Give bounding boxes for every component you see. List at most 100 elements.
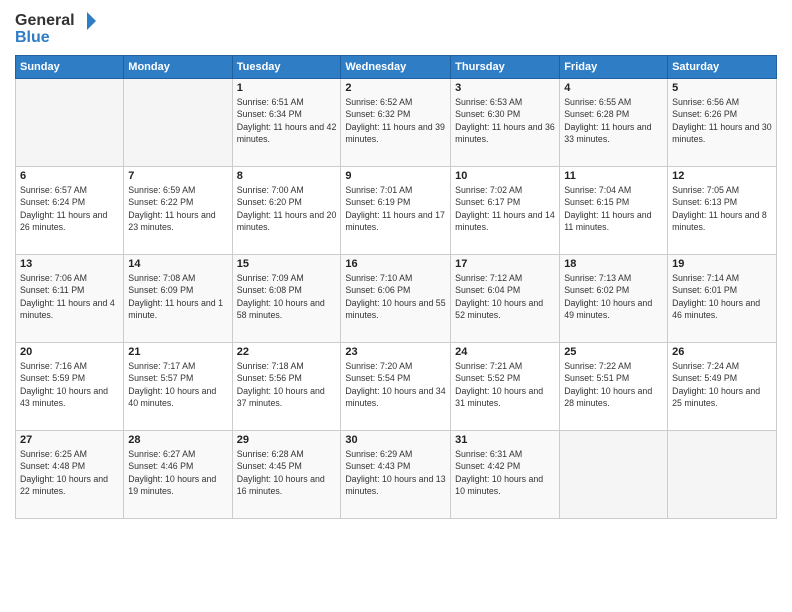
day-info: Sunrise: 7:01 AMSunset: 6:19 PMDaylight:… [345,184,446,233]
day-info: Sunrise: 7:17 AMSunset: 5:57 PMDaylight:… [128,360,227,409]
day-info: Sunrise: 6:53 AMSunset: 6:30 PMDaylight:… [455,96,555,145]
day-cell: 11 Sunrise: 7:04 AMSunset: 6:15 PMDayligh… [560,167,668,255]
day-number: 1 [237,82,337,94]
day-info: Sunrise: 7:16 AMSunset: 5:59 PMDaylight:… [20,360,119,409]
day-cell: 16 Sunrise: 7:10 AMSunset: 6:06 PMDayligh… [341,255,451,343]
day-number: 29 [237,434,337,446]
weekday-header-monday: Monday [124,56,232,79]
day-info: Sunrise: 7:18 AMSunset: 5:56 PMDaylight:… [237,360,337,409]
day-number: 9 [345,170,446,182]
day-info: Sunrise: 6:25 AMSunset: 4:48 PMDaylight:… [20,448,119,497]
day-info: Sunrise: 6:52 AMSunset: 6:32 PMDaylight:… [345,96,446,145]
day-info: Sunrise: 7:13 AMSunset: 6:02 PMDaylight:… [564,272,663,321]
logo-text: General Blue [15,10,99,47]
day-cell: 12 Sunrise: 7:05 AMSunset: 6:13 PMDayligh… [668,167,777,255]
day-info: Sunrise: 7:04 AMSunset: 6:15 PMDaylight:… [564,184,663,233]
day-cell: 3Sunrise: 6:53 AMSunset: 6:30 PMDaylight… [451,79,560,167]
day-info: Sunrise: 6:29 AMSunset: 4:43 PMDaylight:… [345,448,446,497]
day-info: Sunrise: 6:59 AMSunset: 6:22 PMDaylight:… [128,184,227,233]
day-number: 6 [20,170,119,182]
day-info: Sunrise: 7:10 AMSunset: 6:06 PMDaylight:… [345,272,446,321]
day-info: Sunrise: 6:51 AMSunset: 6:34 PMDaylight:… [237,96,337,145]
day-cell: 26 Sunrise: 7:24 AMSunset: 5:49 PMDayligh… [668,343,777,431]
day-cell: 8 Sunrise: 7:00 AMSunset: 6:20 PMDaylight… [232,167,341,255]
weekday-header-friday: Friday [560,56,668,79]
day-info: Sunrise: 7:00 AMSunset: 6:20 PMDaylight:… [237,184,337,233]
day-cell: 31Sunrise: 6:31 AMSunset: 4:42 PMDayligh… [451,431,560,519]
day-info: Sunrise: 7:24 AMSunset: 5:49 PMDaylight:… [672,360,772,409]
day-number: 14 [128,258,227,270]
day-cell: 17 Sunrise: 7:12 AMSunset: 6:04 PMDayligh… [451,255,560,343]
day-cell: 18 Sunrise: 7:13 AMSunset: 6:02 PMDayligh… [560,255,668,343]
weekday-header-saturday: Saturday [668,56,777,79]
day-info: Sunrise: 6:55 AMSunset: 6:28 PMDaylight:… [564,96,663,145]
day-number: 12 [672,170,772,182]
logo-general: General [15,12,75,30]
day-cell: 27Sunrise: 6:25 AMSunset: 4:48 PMDayligh… [16,431,124,519]
day-number: 20 [20,346,119,358]
weekday-header-sunday: Sunday [16,56,124,79]
day-info: Sunrise: 7:05 AMSunset: 6:13 PMDaylight:… [672,184,772,233]
day-number: 18 [564,258,663,270]
day-number: 15 [237,258,337,270]
day-cell: 29Sunrise: 6:28 AMSunset: 4:45 PMDayligh… [232,431,341,519]
day-info: Sunrise: 6:27 AMSunset: 4:46 PMDaylight:… [128,448,227,497]
day-info: Sunrise: 7:20 AMSunset: 5:54 PMDaylight:… [345,360,446,409]
day-cell: 10Sunrise: 7:02 AMSunset: 6:17 PMDayligh… [451,167,560,255]
day-info: Sunrise: 7:06 AMSunset: 6:11 PMDaylight:… [20,272,119,321]
day-cell: 23 Sunrise: 7:20 AMSunset: 5:54 PMDayligh… [341,343,451,431]
weekday-header-wednesday: Wednesday [341,56,451,79]
day-cell: 2 Sunrise: 6:52 AMSunset: 6:32 PMDaylight… [341,79,451,167]
day-number: 8 [237,170,337,182]
day-cell: 24 Sunrise: 7:21 AMSunset: 5:52 PMDayligh… [451,343,560,431]
day-number: 30 [345,434,446,446]
day-number: 5 [672,82,772,94]
day-cell: 5 Sunrise: 6:56 AMSunset: 6:26 PMDaylight… [668,79,777,167]
day-number: 7 [128,170,227,182]
day-info: Sunrise: 7:09 AMSunset: 6:08 PMDaylight:… [237,272,337,321]
header: General Blue [15,10,777,47]
day-cell: 1 Sunrise: 6:51 AMSunset: 6:34 PMDaylight… [232,79,341,167]
day-info: Sunrise: 7:12 AMSunset: 6:04 PMDaylight:… [455,272,555,321]
day-number: 23 [345,346,446,358]
weekday-header-tuesday: Tuesday [232,56,341,79]
logo-flag-icon [76,10,98,32]
day-cell: 9 Sunrise: 7:01 AMSunset: 6:19 PMDaylight… [341,167,451,255]
week-row-5: 27Sunrise: 6:25 AMSunset: 4:48 PMDayligh… [16,431,777,519]
day-number: 13 [20,258,119,270]
day-info: Sunrise: 7:08 AMSunset: 6:09 PMDaylight:… [128,272,227,321]
day-cell: 15 Sunrise: 7:09 AMSunset: 6:08 PMDayligh… [232,255,341,343]
day-cell: 14 Sunrise: 7:08 AMSunset: 6:09 PMDayligh… [124,255,232,343]
day-number: 19 [672,258,772,270]
day-number: 17 [455,258,555,270]
day-number: 22 [237,346,337,358]
calendar-body: 1 Sunrise: 6:51 AMSunset: 6:34 PMDaylight… [16,79,777,519]
day-cell: 7 Sunrise: 6:59 AMSunset: 6:22 PMDaylight… [124,167,232,255]
day-info: Sunrise: 6:31 AMSunset: 4:42 PMDaylight:… [455,448,555,497]
day-number: 25 [564,346,663,358]
day-number: 26 [672,346,772,358]
calendar-header: SundayMondayTuesdayWednesdayThursdayFrid… [16,56,777,79]
day-info: Sunrise: 7:02 AMSunset: 6:17 PMDaylight:… [455,184,555,233]
day-info: Sunrise: 6:56 AMSunset: 6:26 PMDaylight:… [672,96,772,145]
week-row-2: 6Sunrise: 6:57 AMSunset: 6:24 PMDaylight… [16,167,777,255]
calendar-table: SundayMondayTuesdayWednesdayThursdayFrid… [15,55,777,519]
day-cell: 20 Sunrise: 7:16 AMSunset: 5:59 PMDayligh… [16,343,124,431]
day-number: 21 [128,346,227,358]
day-number: 24 [455,346,555,358]
day-info: Sunrise: 7:21 AMSunset: 5:52 PMDaylight:… [455,360,555,409]
day-cell: 21 Sunrise: 7:17 AMSunset: 5:57 PMDayligh… [124,343,232,431]
day-cell: 28Sunrise: 6:27 AMSunset: 4:46 PMDayligh… [124,431,232,519]
week-row-1: 1 Sunrise: 6:51 AMSunset: 6:34 PMDaylight… [16,79,777,167]
day-cell [16,79,124,167]
weekday-header-row: SundayMondayTuesdayWednesdayThursdayFrid… [16,56,777,79]
day-cell [668,431,777,519]
day-number: 2 [345,82,446,94]
day-cell [124,79,232,167]
logo: General Blue [15,10,99,47]
day-cell: 6Sunrise: 6:57 AMSunset: 6:24 PMDaylight… [16,167,124,255]
day-number: 16 [345,258,446,270]
day-number: 11 [564,170,663,182]
day-cell: 25Sunrise: 7:22 AMSunset: 5:51 PMDayligh… [560,343,668,431]
day-cell: 19Sunrise: 7:14 AMSunset: 6:01 PMDayligh… [668,255,777,343]
